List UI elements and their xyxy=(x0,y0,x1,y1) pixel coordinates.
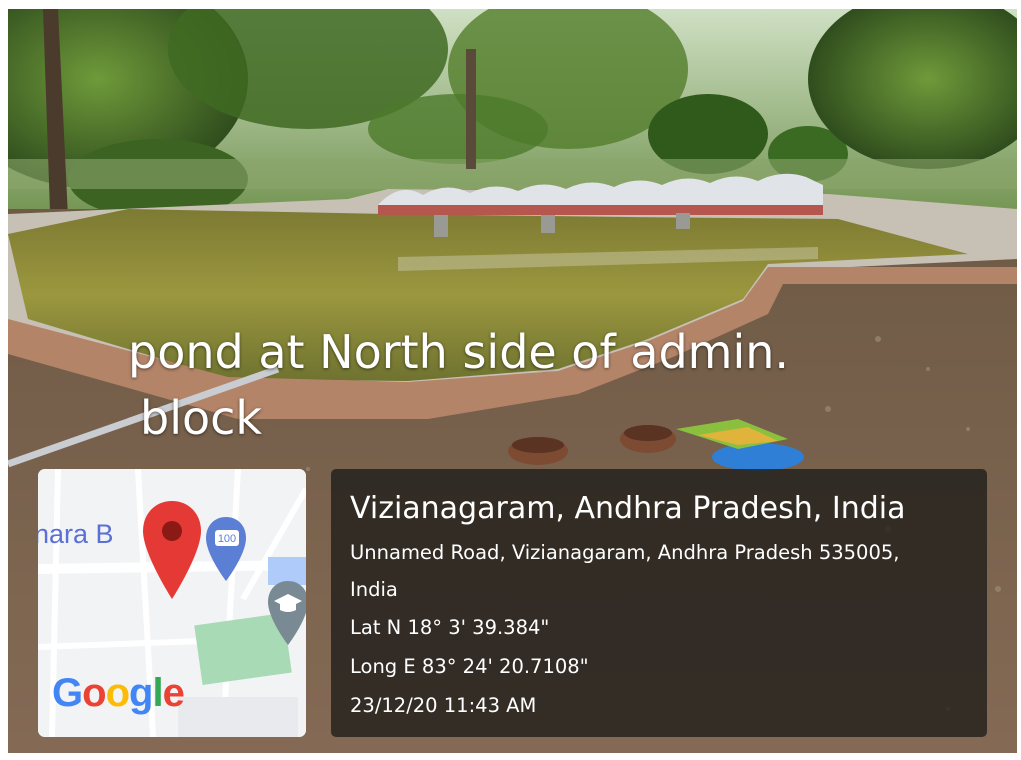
google-logo-letter: o xyxy=(82,671,106,715)
datetime-text: 23/12/20 11:43 AM xyxy=(350,694,537,717)
longitude-text: Long E 83° 24' 20.7108" xyxy=(350,655,589,678)
fuel-station-icon[interactable]: 100 xyxy=(204,515,248,585)
location-info-panel: Vizianagaram, Andhra Pradesh, India Unna… xyxy=(331,469,987,737)
google-logo-letter: e xyxy=(162,671,185,715)
map-pin-icon[interactable] xyxy=(141,499,203,603)
google-logo-letter: g xyxy=(129,671,153,715)
google-logo-letter: l xyxy=(152,671,163,715)
caption-line-2: block xyxy=(140,391,263,445)
google-logo-letter: o xyxy=(105,671,130,715)
caption-line-1: pond at North side of admin. xyxy=(128,325,790,379)
location-title: Vizianagaram, Andhra Pradesh, India xyxy=(350,491,906,526)
latitude-text: Lat N 18° 3' 39.384" xyxy=(350,616,550,639)
mini-map[interactable]: nara B 100 Google xyxy=(38,469,306,737)
google-logo-letter: G xyxy=(52,671,83,715)
address-line-1: Unnamed Road, Vizianagaram, Andhra Prade… xyxy=(350,541,900,564)
address-line-2: India xyxy=(350,578,398,601)
road-shield-number: 100 xyxy=(218,533,236,545)
google-logo: Google xyxy=(52,671,185,716)
graduation-cap-icon[interactable] xyxy=(266,579,306,649)
map-place-label: nara B xyxy=(38,519,114,549)
photo-frame: pond at North side of admin. block nara … xyxy=(8,9,1017,753)
